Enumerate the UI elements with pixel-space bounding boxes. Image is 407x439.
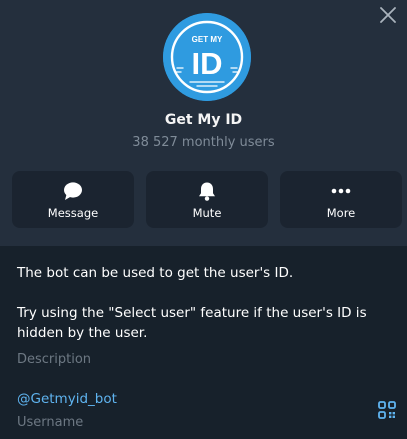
avatar-large-text: ID xyxy=(192,46,223,81)
message-button-label: Message xyxy=(47,206,99,220)
username-link[interactable]: @Getmyid_bot xyxy=(17,391,117,407)
qr-code-icon xyxy=(378,401,396,419)
close-icon xyxy=(380,7,396,23)
avatar-small-text: GET MY xyxy=(192,35,223,44)
username-caption: Username xyxy=(17,415,84,430)
description-line-2: Try using the "Select user" feature if t… xyxy=(17,305,367,341)
monthly-users-count: 38 527 monthly users xyxy=(132,135,275,150)
close-button[interactable] xyxy=(377,4,399,26)
bell-icon xyxy=(199,182,215,201)
id-logo-icon: GET MY ID xyxy=(163,13,251,101)
message-bubble-icon xyxy=(64,182,82,200)
description-caption: Description xyxy=(17,352,92,367)
message-button[interactable]: Message xyxy=(12,171,134,228)
more-dots-icon xyxy=(331,188,351,194)
bot-avatar: GET MY ID xyxy=(163,13,251,101)
more-button[interactable]: More xyxy=(280,171,402,228)
qr-code-button[interactable] xyxy=(377,400,397,420)
more-button-label: More xyxy=(326,206,356,220)
profile-name: Get My ID xyxy=(164,112,243,128)
mute-button-label: Mute xyxy=(192,206,222,220)
mute-button[interactable]: Mute xyxy=(146,171,268,228)
description-line-1: The bot can be used to get the user's ID… xyxy=(17,265,294,281)
bot-description: The bot can be used to get the user's ID… xyxy=(17,263,392,343)
